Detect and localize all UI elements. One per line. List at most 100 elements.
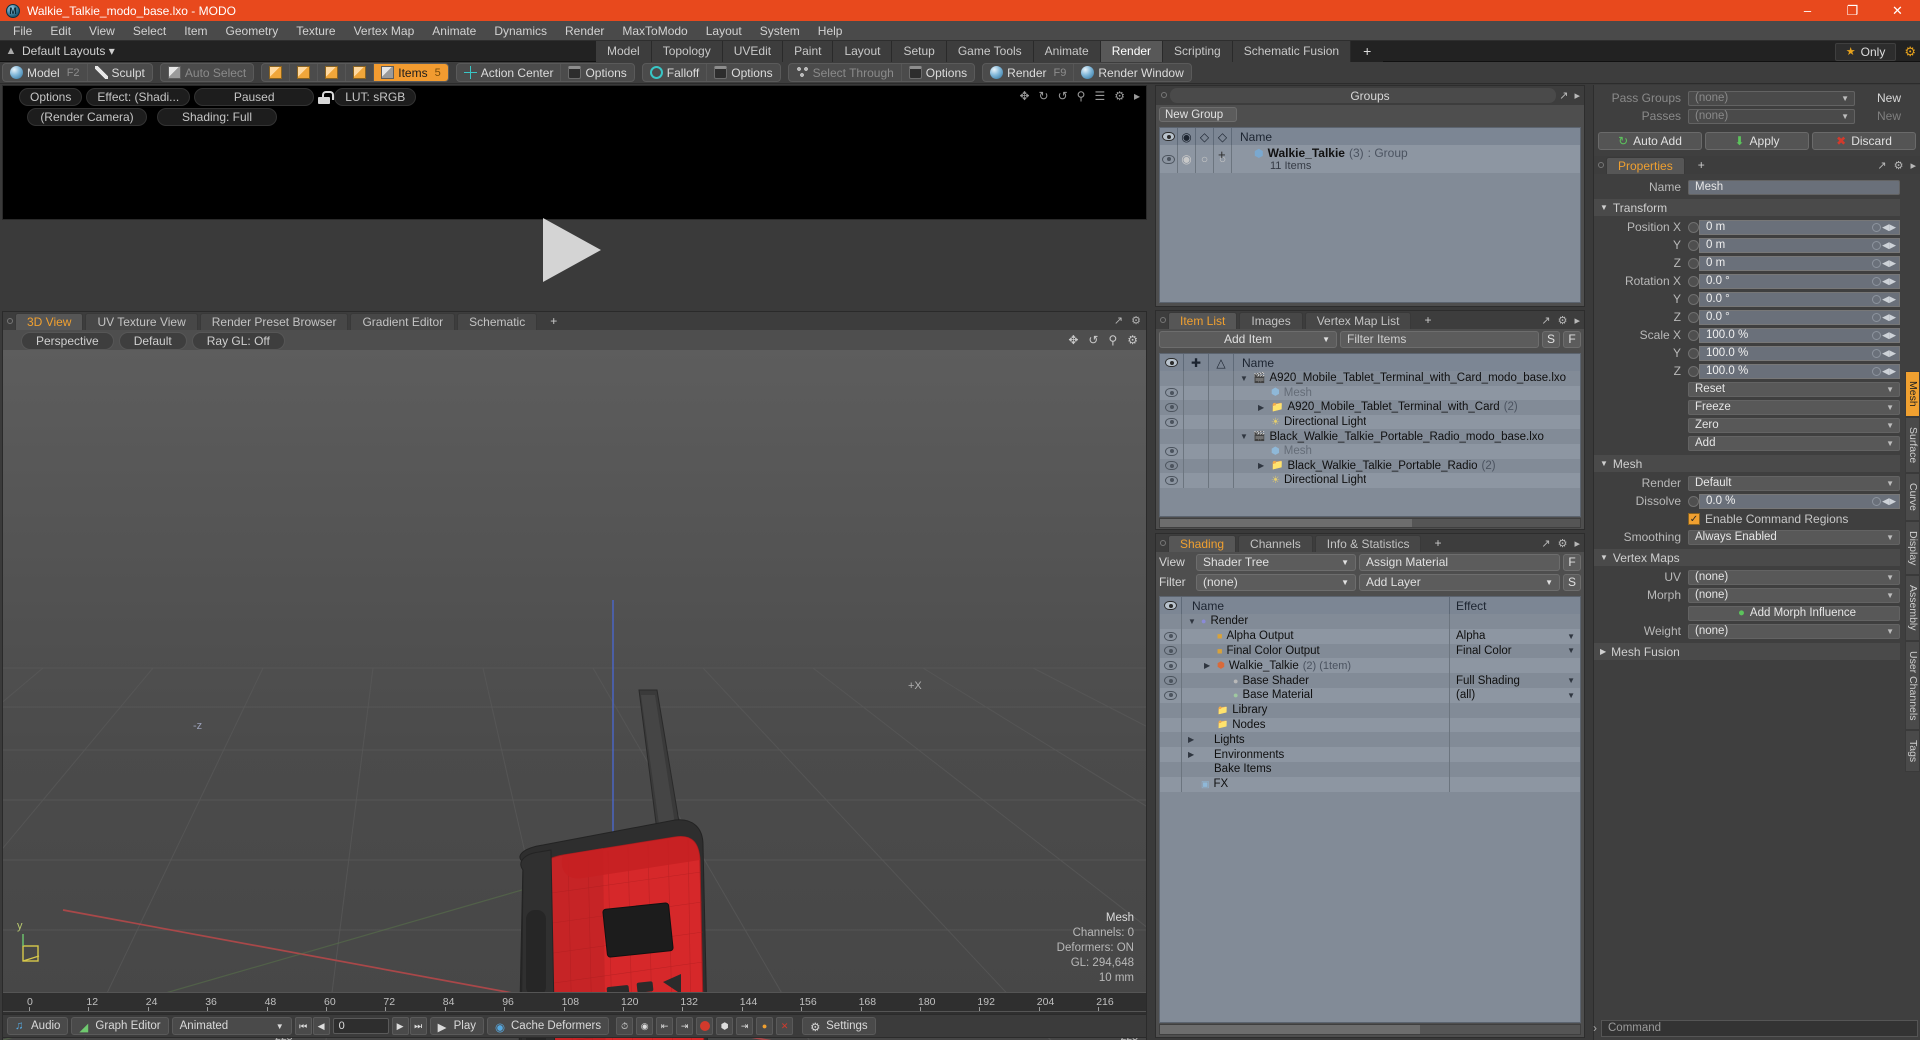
list-item[interactable]: ☀ Directional Light — [1160, 414, 1580, 430]
prev-frame-button[interactable]: ◀ — [312, 1017, 330, 1035]
preview-options-button[interactable]: Options — [19, 88, 83, 106]
viewport-gl-canvas[interactable]: y -z +X Mesh Channels: 0 Deformers: ON G… — [3, 350, 1146, 1040]
viewport-tab-uv-texture-view[interactable]: UV Texture View — [85, 313, 198, 330]
chevron-down-icon[interactable]: ▼ — [1341, 558, 1349, 567]
shading-filter-select[interactable]: (none) ▼ — [1196, 573, 1356, 591]
eye-column-header[interactable] — [1160, 128, 1178, 145]
shading-hscrollbar[interactable] — [1159, 1024, 1581, 1035]
add-tab-button[interactable]: + — [1687, 157, 1716, 174]
viewport-ray-gl-off-button[interactable]: Ray GL: Off — [191, 331, 285, 350]
side-tab-curve[interactable]: Curve — [1905, 472, 1920, 521]
transform-input[interactable]: 100.0 % ◀▶ — [1699, 327, 1900, 343]
expander-icon[interactable]: ▶ — [1188, 750, 1197, 759]
auto-add-button[interactable]: ↻ Auto Add — [1598, 132, 1702, 150]
toolbar-options-button[interactable]: Options — [561, 64, 633, 81]
side-tab-tags[interactable]: Tags — [1905, 730, 1920, 773]
layout-tab-render[interactable]: Render — [1100, 41, 1164, 62]
transform-input[interactable]: 100.0 % ◀▶ — [1699, 345, 1900, 361]
side-tab-user-channels[interactable]: User Channels — [1905, 640, 1920, 731]
only-toggle[interactable]: ★ Only — [1834, 42, 1897, 61]
gear-icon[interactable]: ⚙ — [1127, 333, 1138, 347]
dissolve-knob[interactable] — [1688, 495, 1699, 507]
expander-icon[interactable]: ▼ — [1240, 432, 1249, 441]
axis-column-header[interactable]: △ — [1209, 354, 1234, 371]
vertex-maps-section-header[interactable]: ▼ Vertex Maps — [1594, 549, 1900, 566]
chevron-down-icon[interactable]: ▼ — [1886, 385, 1894, 394]
table-row[interactable]: 📁 Nodes — [1160, 717, 1580, 733]
discard-button[interactable]: ✖ Discard — [1812, 132, 1916, 150]
move-column-header[interactable]: ✚ — [1184, 354, 1209, 371]
eye-column-header[interactable] — [1160, 354, 1184, 371]
pass-groups-new-button[interactable]: New — [1858, 91, 1920, 105]
menu-dynamics[interactable]: Dynamics — [485, 21, 556, 41]
layout-tab-uvedit[interactable]: UVEdit — [722, 41, 784, 62]
menu-animate[interactable]: Animate — [423, 21, 485, 41]
item-list-add-tab-button[interactable]: + — [1413, 312, 1442, 329]
table-row[interactable]: ■ Alpha Output Alpha ▼ — [1160, 628, 1580, 644]
menu-system[interactable]: System — [751, 21, 809, 41]
transform-input[interactable]: 0 m ◀▶ — [1699, 219, 1900, 235]
chevron-right-icon[interactable]: ▸ — [1910, 159, 1916, 172]
render-column-header[interactable]: ◇ — [1196, 128, 1214, 145]
row-eye-toggle[interactable] — [1164, 631, 1177, 641]
clock-icon[interactable]: ⏱ — [616, 1017, 634, 1035]
shading-f-button[interactable]: F — [1563, 553, 1581, 571]
tab-properties[interactable]: Properties — [1606, 157, 1685, 174]
menu-layout[interactable]: Layout — [697, 21, 751, 41]
toolbar-falloff-button[interactable]: Falloff — [643, 64, 708, 81]
row-shade-toggle[interactable]: ◉ — [1178, 145, 1196, 173]
mesh-fusion-section-header[interactable]: ▶ Mesh Fusion — [1594, 643, 1900, 660]
chevron-down-icon[interactable]: ▼ — [1841, 94, 1849, 103]
refresh-icon[interactable]: ↺ — [1058, 89, 1068, 103]
toolbar-polygon-select-button[interactable] — [318, 64, 347, 81]
side-tab-mesh[interactable]: Mesh — [1905, 371, 1920, 417]
expander-icon[interactable]: ▶ — [1258, 461, 1267, 470]
gear-icon[interactable]: ⚙ — [1894, 159, 1904, 172]
shader-tree-select[interactable]: Shader Tree ▼ — [1196, 553, 1356, 571]
close-button[interactable]: ✕ — [1875, 0, 1920, 21]
transform-input[interactable]: 0.0 ° ◀▶ — [1699, 309, 1900, 325]
chevron-down-icon[interactable]: ▼ — [1886, 591, 1894, 600]
chevron-down-icon[interactable]: ▼ — [1886, 479, 1894, 488]
apply-button[interactable]: ⬇ Apply — [1705, 132, 1809, 150]
wire-column-header[interactable]: ◇ — [1214, 128, 1232, 145]
menu-texture[interactable]: Texture — [287, 21, 344, 41]
viewport-default-button[interactable]: Default — [118, 331, 187, 350]
toolbar-sculpt-button[interactable]: Sculpt — [88, 64, 152, 81]
expand-icon[interactable]: ↗ — [1541, 537, 1550, 550]
row-eye-toggle[interactable] — [1164, 690, 1177, 700]
expander-icon[interactable]: + — [1218, 147, 1226, 162]
panel-dot-icon[interactable] — [1160, 317, 1166, 323]
menu-maxtomodo[interactable]: MaxToModo — [613, 21, 696, 41]
key-icon[interactable]: ⬢ — [716, 1017, 734, 1035]
chevron-down-icon[interactable]: ▼ — [1567, 646, 1575, 655]
transform-knob[interactable] — [1688, 239, 1699, 251]
chevron-down-icon[interactable]: ▼ — [1341, 578, 1349, 587]
panel-dot-icon[interactable] — [7, 318, 13, 324]
zoom-icon[interactable]: ⚲ — [1108, 333, 1117, 347]
panel-dot-icon[interactable] — [1598, 162, 1604, 168]
row-eye-toggle[interactable] — [1165, 417, 1178, 427]
expand-icon[interactable]: ↗ — [1877, 159, 1886, 172]
transform-menu-add-button[interactable]: Add ▼ — [1688, 435, 1900, 451]
toolbar-vertex-select-button[interactable] — [262, 64, 291, 81]
transform-input[interactable]: 0.0 ° ◀▶ — [1699, 273, 1900, 289]
side-tab-display[interactable]: Display — [1905, 520, 1920, 576]
table-row[interactable]: ■ Final Color Output Final Color ▼ — [1160, 643, 1580, 659]
chevron-down-icon[interactable]: ▼ — [1841, 112, 1849, 121]
chevron-down-icon[interactable]: ▼ — [1567, 691, 1575, 700]
minimize-button[interactable]: – — [1785, 0, 1830, 21]
transform-input[interactable]: 100.0 % ◀▶ — [1699, 363, 1900, 379]
toolbar-edge-select-button[interactable] — [290, 64, 319, 81]
animated-dropdown[interactable]: Animated ▼ — [171, 1017, 292, 1035]
list-item[interactable]: ▶ 📁 A920_Mobile_Tablet_Terminal_with_Card(… — [1160, 400, 1580, 415]
play-triangle-icon[interactable] — [543, 218, 601, 282]
gear-icon[interactable]: ⚙ — [1904, 44, 1916, 60]
row-eye-toggle[interactable] — [1165, 475, 1178, 485]
key-next-icon[interactable]: ⇥ — [676, 1017, 694, 1035]
rotate-icon[interactable]: ↺ — [1088, 333, 1098, 347]
panel-dot-icon[interactable] — [1161, 92, 1167, 98]
preview-paused-button[interactable]: Paused — [194, 88, 315, 106]
frame-input[interactable]: 0 — [332, 1018, 389, 1034]
table-row[interactable]: ▼ ● Render — [1160, 614, 1580, 629]
